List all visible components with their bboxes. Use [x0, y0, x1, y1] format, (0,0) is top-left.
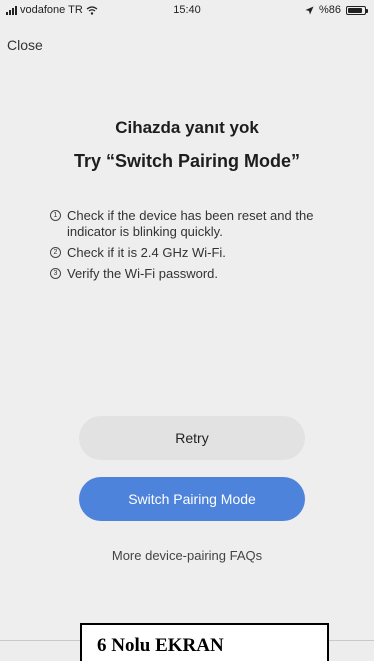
retry-button[interactable]: Retry: [79, 416, 305, 460]
step-number-icon: 2: [50, 247, 61, 258]
close-button[interactable]: Close: [7, 37, 43, 53]
step-item: 3 Verify the Wi-Fi password.: [50, 266, 320, 282]
step-text: Check if the device has been reset and t…: [67, 208, 314, 239]
message-title: Cihazda yanıt yok: [115, 118, 259, 137]
step-number-icon: 1: [50, 210, 61, 221]
screen-caption: 6 Nolu EKRAN: [80, 623, 329, 661]
step-text: Verify the Wi-Fi password.: [67, 266, 218, 281]
switch-pairing-mode-button[interactable]: Switch Pairing Mode: [79, 477, 305, 521]
battery-percent: %86: [318, 4, 341, 16]
pairing-faq-link[interactable]: More device-pairing FAQs: [0, 548, 374, 563]
message-subtitle: Try “Switch Pairing Mode”: [73, 151, 301, 171]
step-text: Check if it is 2.4 GHz Wi-Fi.: [67, 245, 226, 260]
status-right: %86: [305, 4, 368, 16]
status-bar: vodafone TR 15:40 %86: [0, 0, 374, 20]
step-number-icon: 3: [50, 268, 61, 279]
troubleshooting-steps: 1 Check if the device has been reset and…: [50, 208, 320, 287]
battery-icon: [346, 5, 368, 15]
step-item: 2 Check if it is 2.4 GHz Wi-Fi.: [50, 245, 320, 261]
step-item: 1 Check if the device has been reset and…: [50, 208, 320, 240]
location-icon: [305, 6, 314, 14]
app-screen: vodafone TR 15:40 %86 Close Cihazda yanı…: [0, 0, 374, 640]
